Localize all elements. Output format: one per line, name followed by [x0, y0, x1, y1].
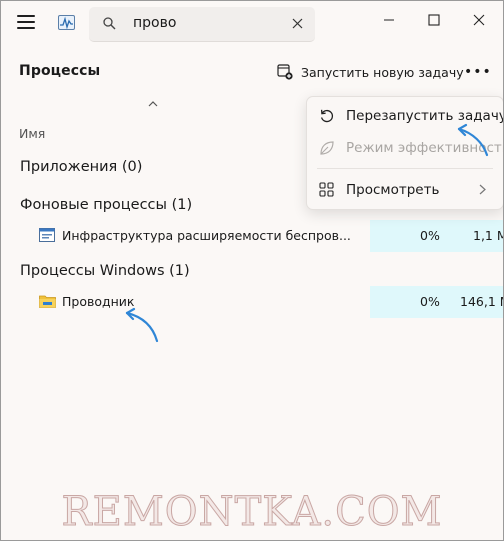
process-name: Инфраструктура расширяемости беспров... [62, 228, 351, 243]
process-row[interactable]: Проводник 0% 146,1 MI [1, 286, 503, 318]
chevron-right-icon [479, 184, 486, 195]
cpu-value: 0% [420, 294, 440, 309]
run-new-task-button[interactable]: Запустить новую задачу [277, 62, 464, 82]
page-title: Процессы [19, 63, 101, 79]
group-background-processes[interactable]: Фоновые процессы (1) [20, 197, 192, 213]
clear-search-icon[interactable] [292, 18, 303, 29]
menu-item-view[interactable]: Просмотреть [307, 175, 503, 205]
memory-cell: 146,1 MI [442, 286, 503, 318]
close-button[interactable] [464, 8, 494, 32]
grid-view-icon [319, 182, 334, 197]
watermark: REMONTKA.COM [61, 489, 443, 536]
maximize-button[interactable] [419, 8, 449, 32]
sort-ascending-icon[interactable] [148, 100, 158, 107]
group-apps[interactable]: Приложения (0) [20, 159, 142, 175]
task-manager-app-icon [58, 15, 75, 30]
cpu-value: 0% [420, 228, 440, 243]
group-windows-processes[interactable]: Процессы Windows (1) [20, 263, 190, 279]
menu-item-label: Просмотреть [346, 182, 440, 198]
annotation-arrow-icon [125, 307, 159, 343]
more-options-button[interactable]: ••• [464, 65, 492, 79]
memory-cell: 1,1 MI [442, 220, 503, 252]
search-box[interactable]: прово [89, 7, 315, 42]
task-manager-window: прово Процессы Запустить новую задачу ••… [0, 0, 504, 541]
menu-divider [317, 168, 493, 169]
cpu-cell: 0% [370, 286, 442, 318]
minimize-icon [384, 19, 394, 21]
explorer-folder-icon [39, 295, 56, 308]
maximize-icon [428, 14, 440, 26]
restart-icon [320, 109, 334, 123]
hamburger-menu-icon[interactable] [17, 15, 35, 29]
title-bar: прово [1, 1, 503, 47]
memory-value: 1,1 MI [473, 228, 503, 243]
memory-value: 146,1 MI [460, 294, 503, 309]
search-input[interactable]: прово [133, 15, 176, 31]
run-new-task-label: Запустить новую задачу [301, 64, 464, 80]
close-icon [473, 14, 485, 26]
menu-item-label: Перезапустить задачу [346, 108, 504, 124]
wireless-extensibility-icon [39, 228, 55, 242]
search-icon [103, 17, 116, 30]
annotation-arrow-icon [457, 123, 489, 157]
column-header-name[interactable]: Имя [19, 126, 45, 141]
cpu-cell: 0% [370, 220, 442, 252]
minimize-button[interactable] [374, 8, 404, 32]
process-row[interactable]: Инфраструктура расширяемости беспров... … [1, 220, 503, 252]
leaf-icon [320, 141, 334, 155]
new-task-icon [277, 64, 293, 80]
